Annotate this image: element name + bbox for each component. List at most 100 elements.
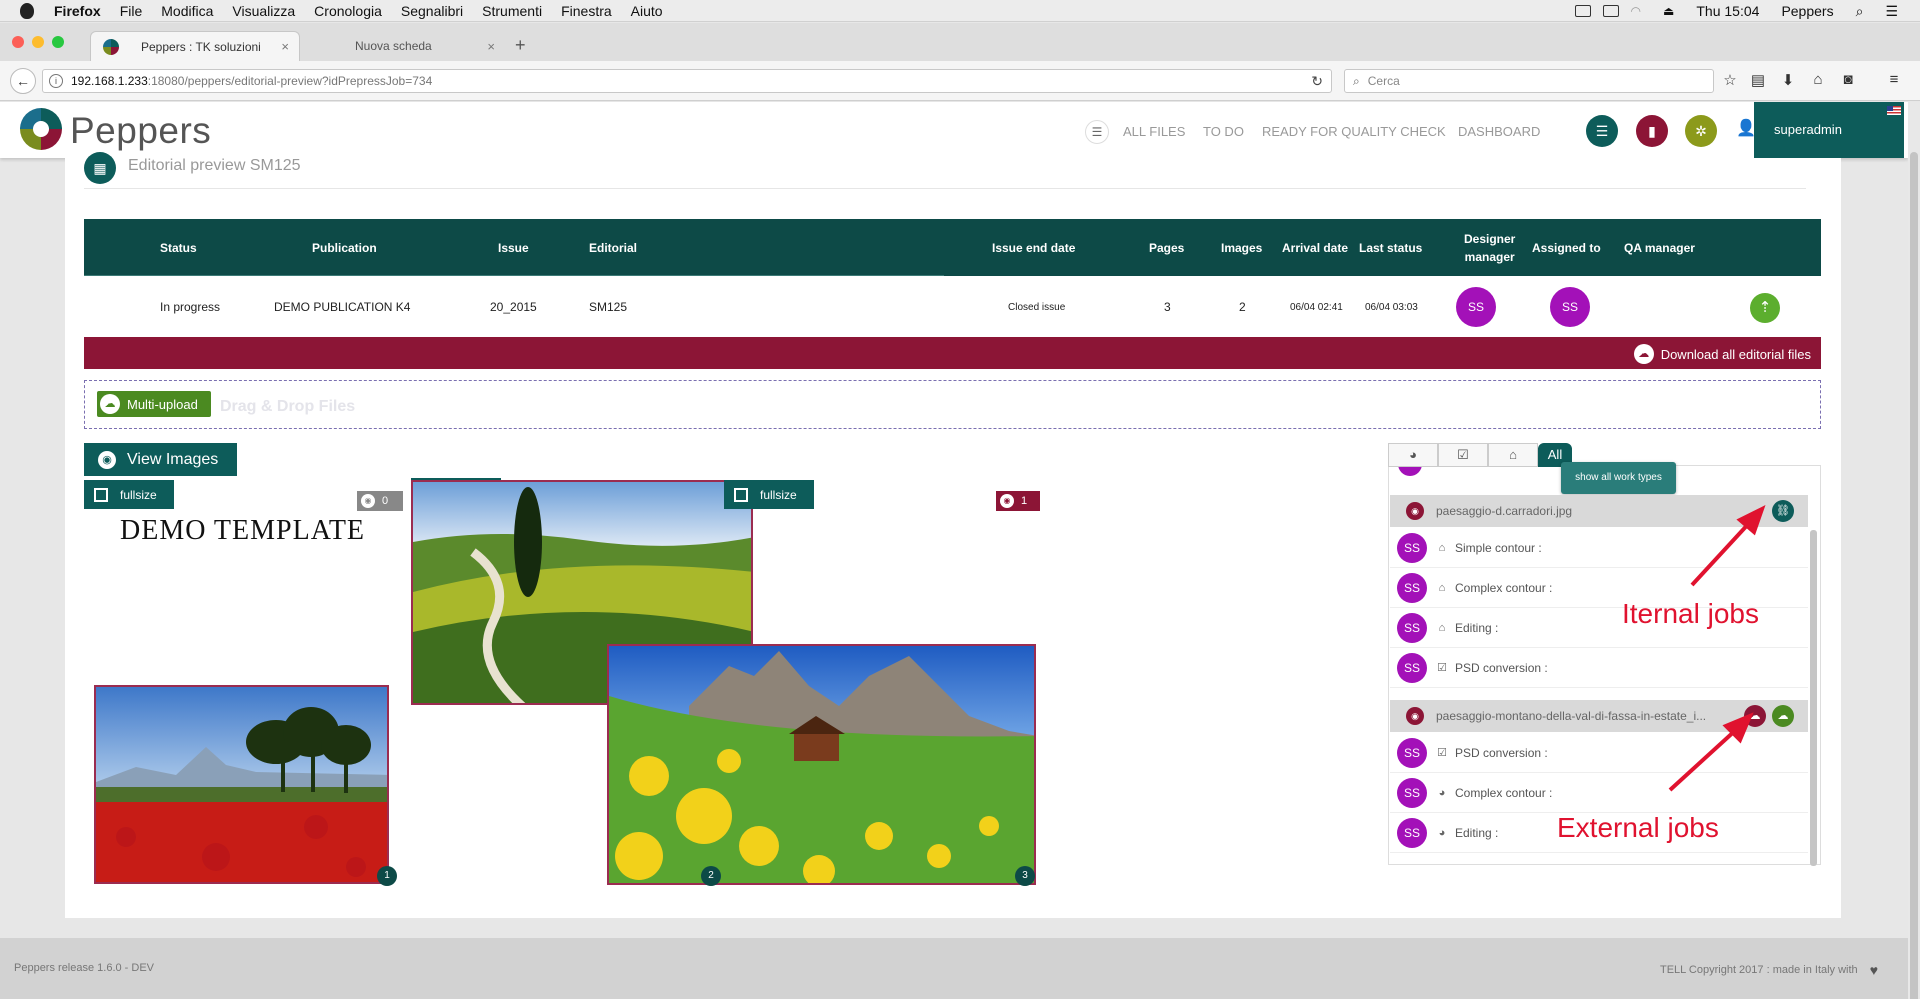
tab-close-icon[interactable]: × — [281, 39, 289, 54]
col-assigned-to[interactable]: Assigned to — [1532, 219, 1601, 276]
home-icon[interactable]: ⌂ — [1808, 71, 1828, 91]
tab-external-jobs[interactable]: ◕ — [1388, 443, 1438, 467]
download-icon[interactable]: ⬇ — [1778, 71, 1798, 91]
apple-icon[interactable] — [20, 2, 34, 19]
bookmark-star-icon[interactable]: ☆ — [1720, 71, 1740, 91]
col-editorial[interactable]: Editorial — [589, 219, 637, 276]
col-pages[interactable]: Pages — [1149, 219, 1184, 276]
designer-avatar[interactable]: SS — [1456, 287, 1496, 327]
page-scrollbar[interactable] — [1908, 102, 1920, 999]
arrow-external-line — [1668, 726, 1740, 792]
peppers-logo-icon[interactable] — [20, 108, 62, 150]
close-window-icon[interactable] — [12, 36, 24, 48]
job-label: Complex contour : — [1455, 580, 1553, 595]
editorial-table-header: Status Publication Issue Editorial Issue… — [84, 219, 1821, 276]
release-text: Peppers release 1.6.0 - DEV — [14, 962, 155, 974]
col-last-status[interactable]: Last status — [1359, 219, 1422, 276]
menu-aiuto[interactable]: Aiuto — [631, 3, 663, 19]
cell-pages: 3 — [1164, 300, 1171, 314]
photo-poppy-field[interactable] — [94, 685, 389, 884]
external-link-icon — [94, 487, 108, 502]
peppers-favicon-icon — [103, 38, 119, 55]
col-publication[interactable]: Publication — [312, 219, 377, 276]
window-switch-icon[interactable] — [1574, 5, 1591, 17]
photo-dolomites-flowers[interactable] — [607, 644, 1036, 885]
menu-strumenti[interactable]: Strumenti — [482, 3, 542, 19]
cell-issue-end-date: Closed issue — [1008, 301, 1066, 313]
job-label: Editing : — [1455, 825, 1499, 840]
image-count-badge[interactable]: ◉ 0 — [357, 491, 403, 511]
job-label: PSD conversion : — [1455, 745, 1548, 760]
image-icon: ◉ — [1000, 494, 1014, 508]
tab-close-icon[interactable]: × — [487, 39, 495, 54]
wifi-icon[interactable]: ◠ — [1631, 4, 1641, 18]
zoom-window-icon[interactable] — [52, 36, 64, 48]
menu-visualizza[interactable]: Visualizza — [232, 3, 295, 19]
new-tab-button[interactable]: + — [515, 35, 526, 56]
multi-upload-button[interactable]: ☁ Multi-upload — [97, 391, 211, 417]
tab-quality-check[interactable]: ☑ — [1438, 443, 1488, 467]
menu-finestra[interactable]: Finestra — [561, 3, 612, 19]
upload-arrow-icon[interactable]: ⇡ — [1750, 293, 1780, 323]
annotation-external-jobs: External jobs — [1557, 812, 1719, 843]
col-issue-end-date[interactable]: Issue end date — [992, 219, 1075, 276]
notification-center-icon[interactable]: ☰ — [1885, 3, 1898, 20]
back-button[interactable]: ← — [10, 68, 36, 94]
file-name: paesaggio-d.carradori.jpg — [1436, 504, 1573, 518]
menu-app-firefox[interactable]: Firefox — [54, 3, 101, 19]
download-all-button[interactable]: ☁ Download all editorial files — [1633, 344, 1811, 364]
col-status[interactable]: Status — [160, 219, 197, 276]
nav-all-files[interactable]: ALL FILES — [1123, 124, 1185, 139]
minimize-window-icon[interactable] — [32, 36, 44, 48]
reading-list-icon[interactable]: ▤ — [1748, 71, 1768, 91]
menu-modifica[interactable]: Modifica — [161, 3, 213, 19]
col-designer-line2: manager — [1464, 249, 1515, 264]
list-view-icon[interactable]: ☰ — [1586, 115, 1618, 147]
reload-icon[interactable]: ↻ — [1311, 73, 1323, 90]
menubar-user[interactable]: Peppers — [1781, 3, 1833, 19]
page-scrollbar-thumb[interactable] — [1910, 152, 1918, 999]
search-icon: ⌕ — [1353, 73, 1360, 88]
menu-cronologia[interactable]: Cronologia — [314, 3, 382, 19]
nav-dashboard[interactable]: DASHBOARD — [1458, 124, 1540, 139]
spotlight-icon[interactable]: ⌕ — [1856, 3, 1864, 20]
tab-internal-jobs[interactable]: ⌂ — [1488, 443, 1538, 467]
brand-name[interactable]: Peppers — [70, 110, 211, 152]
fullsize-button-page1[interactable]: fullsize — [84, 480, 174, 509]
assigned-avatar[interactable]: SS — [1550, 287, 1590, 327]
multi-upload-label: Multi-upload — [127, 396, 198, 412]
us-flag-icon[interactable] — [1887, 106, 1901, 115]
eject-icon[interactable]: ⏏ — [1663, 4, 1674, 18]
col-arrival-date[interactable]: Arrival date — [1282, 219, 1348, 276]
stats-chart-icon[interactable]: ▮ — [1636, 115, 1668, 147]
view-images-button[interactable]: ◉ View Images — [84, 443, 237, 476]
view-images-label: View Images — [127, 450, 219, 468]
tab-new[interactable]: Nuova scheda × — [305, 31, 505, 61]
nav-to-do[interactable]: TO DO — [1203, 124, 1244, 139]
list-menu-icon[interactable]: ☰ — [1085, 120, 1109, 144]
panel-scrollbar[interactable] — [1810, 530, 1817, 866]
menu-segnalibri[interactable]: Segnalibri — [401, 3, 463, 19]
settings-gear-icon[interactable]: ✲ — [1685, 115, 1717, 147]
home-icon: ⌂ — [1438, 581, 1446, 594]
user-menu[interactable]: superadmin — [1754, 102, 1904, 158]
tab-peppers[interactable]: Peppers : TK soluzioni × — [90, 31, 300, 61]
grid-icon: ▦ — [84, 152, 116, 184]
display-icon[interactable] — [1602, 5, 1619, 17]
col-issue[interactable]: Issue — [498, 219, 529, 276]
menubar-clock[interactable]: Thu 15:04 — [1696, 3, 1759, 19]
col-images[interactable]: Images — [1221, 219, 1262, 276]
nav-ready-for-quality-check[interactable]: READY FOR QUALITY CHECK — [1262, 124, 1446, 139]
table-row[interactable]: In progress DEMO PUBLICATION K4 20_2015 … — [84, 277, 1821, 337]
url-bar[interactable]: i 192.168.1.233:18080/peppers/editorial-… — [42, 69, 1332, 93]
cell-last-status: 06/04 03:03 — [1365, 301, 1418, 313]
image-count-badge[interactable]: ◉ 1 — [996, 491, 1040, 511]
site-info-icon[interactable]: i — [49, 74, 63, 88]
pocket-icon[interactable]: ◙ — [1838, 71, 1858, 91]
search-bar[interactable]: ⌕ Cerca — [1344, 69, 1714, 93]
hamburger-menu-icon[interactable]: ≡ — [1884, 71, 1904, 91]
col-designer-manager[interactable]: Designer manager — [1464, 219, 1515, 276]
menu-file[interactable]: File — [120, 3, 143, 19]
col-qa-manager[interactable]: QA manager — [1624, 219, 1695, 276]
fullsize-button-page3[interactable]: fullsize — [724, 480, 814, 509]
